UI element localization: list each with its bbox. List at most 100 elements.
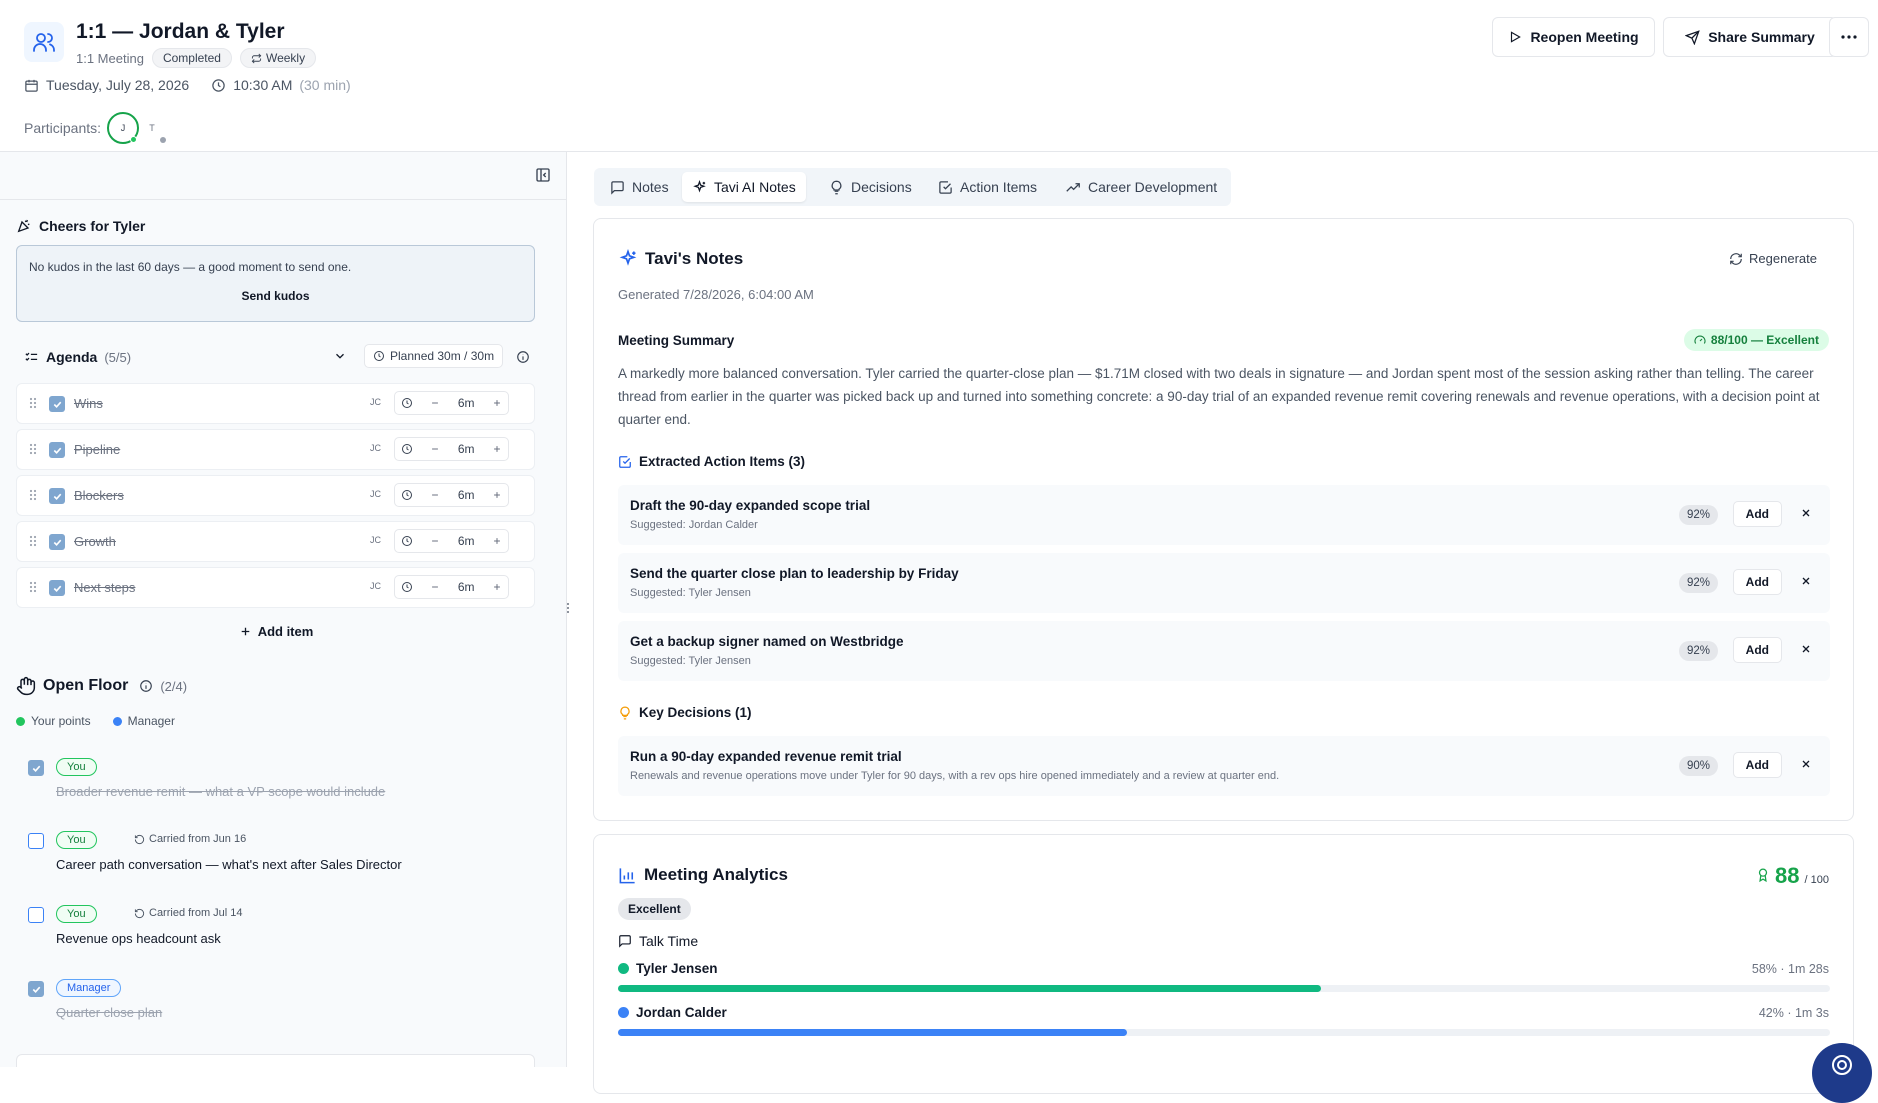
owner-tag: You xyxy=(56,831,97,849)
carried-from-label: Carried from Jun 16 xyxy=(134,833,246,845)
dismiss-icon[interactable] xyxy=(1800,575,1812,587)
drag-handle-icon[interactable] xyxy=(29,443,37,455)
agenda-item[interactable]: Blockers JC 6m xyxy=(16,475,535,516)
meeting-date: Tuesday, July 28, 2026 xyxy=(46,77,190,93)
agenda-item[interactable]: Pipeline JC 6m xyxy=(16,429,535,470)
clock-icon xyxy=(402,582,412,592)
tab-career-development[interactable]: Career Development xyxy=(1055,172,1227,202)
action-item-title: Draft the 90-day expanded scope trial xyxy=(630,498,871,513)
recurrence-badge: Weekly xyxy=(239,48,317,68)
agenda-checkbox[interactable] xyxy=(49,580,65,596)
send-kudos-button[interactable]: Send kudos xyxy=(17,289,534,303)
kudos-message: No kudos in the last 60 days — a good mo… xyxy=(29,260,352,274)
meeting-analytics-card: Meeting Analytics 88 / 100 Excellent Tal… xyxy=(593,834,1854,1094)
time-stepper[interactable]: 6m xyxy=(394,391,509,415)
tab-bar: Notes Tavi AI Notes Decisions Action Ite… xyxy=(594,168,1231,206)
trending-up-icon xyxy=(1066,182,1080,192)
key-decisions-heading: Key Decisions (1) xyxy=(618,705,752,720)
agenda-checkbox[interactable] xyxy=(49,488,65,504)
clock-icon xyxy=(402,398,412,408)
share-summary-button[interactable]: Share Summary xyxy=(1663,17,1837,57)
time-stepper[interactable]: 6m xyxy=(394,529,509,553)
dismiss-icon[interactable] xyxy=(1800,758,1812,770)
agenda-checkbox[interactable] xyxy=(49,534,65,550)
collapse-panel-icon[interactable] xyxy=(535,167,551,183)
avatar[interactable]: J xyxy=(107,112,140,144)
participants-label: Participants: xyxy=(24,120,102,136)
add-decision-button[interactable]: Add xyxy=(1732,752,1782,778)
add-agenda-item-button[interactable]: Add item xyxy=(0,624,552,639)
repeat-icon xyxy=(251,53,262,63)
agenda-item[interactable]: Next steps JC 6m xyxy=(16,567,535,608)
plus-icon xyxy=(241,627,249,636)
add-action-item-button[interactable]: Add xyxy=(1732,501,1782,527)
action-item-title: Send the quarter close plan to leadershi… xyxy=(630,566,959,581)
plus-icon xyxy=(494,492,500,498)
lightbulb-icon xyxy=(831,180,842,194)
generated-timestamp: Generated 7/28/2026, 6:04:00 AM xyxy=(618,287,814,302)
open-floor-checkbox[interactable] xyxy=(28,907,44,923)
agenda-item-label: Growth xyxy=(74,534,116,549)
drag-handle-icon[interactable] xyxy=(29,397,37,409)
tab-notes[interactable]: Notes xyxy=(600,172,679,202)
confidence-badge: 92% xyxy=(1678,573,1718,593)
analytics-score: 88 / 100 xyxy=(1756,863,1829,889)
assignee-initials: JC xyxy=(370,535,381,545)
reopen-meeting-button[interactable]: Reopen Meeting xyxy=(1492,17,1655,57)
agenda-checkbox[interactable] xyxy=(49,442,65,458)
open-floor-heading: Open Floor (2/4) xyxy=(16,676,187,696)
list-checks-icon xyxy=(25,352,38,361)
open-floor-checkbox[interactable] xyxy=(28,833,44,849)
agenda-item[interactable]: Wins JC 6m xyxy=(16,383,535,424)
tab-decisions[interactable]: Decisions xyxy=(819,172,922,202)
assignee-initials: JC xyxy=(370,489,381,499)
agenda-item-time: 6m xyxy=(457,580,475,594)
tab-tavi-ai-notes[interactable]: Tavi AI Notes xyxy=(682,172,806,202)
open-floor-checkbox[interactable] xyxy=(28,760,44,776)
refresh-icon xyxy=(1730,252,1742,265)
owner-tag: You xyxy=(56,758,97,776)
regenerate-button[interactable]: Regenerate xyxy=(1729,251,1817,266)
drag-handle-icon[interactable] xyxy=(29,535,37,547)
open-floor-checkbox[interactable] xyxy=(28,981,44,997)
agenda-count: (5/5) xyxy=(104,349,132,365)
drag-handle-icon[interactable] xyxy=(29,581,37,593)
history-icon xyxy=(134,834,145,844)
agenda-item-label: Blockers xyxy=(74,488,124,503)
action-item-suggested: Suggested: Tyler Jensen xyxy=(630,655,751,667)
add-action-item-button[interactable]: Add xyxy=(1732,569,1782,595)
meeting-duration: (30 min) xyxy=(299,77,351,93)
agenda-item[interactable]: Growth JC 6m xyxy=(16,521,535,562)
cheers-heading: Cheers for Tyler xyxy=(16,218,145,234)
open-floor-text: Quarter close plan xyxy=(56,1005,163,1020)
drag-handle-icon[interactable] xyxy=(29,489,37,501)
agenda-checkbox[interactable] xyxy=(49,396,65,412)
status-badge: Completed xyxy=(151,48,232,68)
chevron-down-icon[interactable] xyxy=(333,349,347,363)
talk-time-bar-fill xyxy=(618,1029,1128,1036)
calendar-icon xyxy=(25,79,38,92)
tab-action-items[interactable]: Action Items xyxy=(928,172,1047,202)
talk-time-bar-fill xyxy=(618,985,1321,992)
open-floor-text: Revenue ops headcount ask xyxy=(56,931,221,946)
page-title: 1:1 — Jordan & Tyler xyxy=(76,20,285,43)
time-stepper[interactable]: 6m xyxy=(394,483,509,507)
resize-handle[interactable] xyxy=(564,600,571,616)
more-options-button[interactable] xyxy=(1829,17,1869,57)
help-chat-button[interactable] xyxy=(1812,1043,1872,1103)
meeting-time: 10:30 AM xyxy=(233,77,293,93)
info-icon[interactable] xyxy=(516,350,530,364)
dismiss-icon[interactable] xyxy=(1800,507,1812,519)
talk-time-bar xyxy=(618,1029,1830,1036)
add-action-item-button[interactable]: Add xyxy=(1732,637,1782,663)
hand-icon xyxy=(16,676,36,696)
sparkles-icon xyxy=(693,179,706,193)
dismiss-icon[interactable] xyxy=(1800,643,1812,655)
time-stepper[interactable]: 6m xyxy=(394,575,509,599)
time-stepper[interactable]: 6m xyxy=(394,437,509,461)
talk-time-heading: Talk Time xyxy=(618,933,698,949)
avatar[interactable]: T xyxy=(141,117,167,143)
gauge-icon xyxy=(1694,335,1706,344)
message-square-icon xyxy=(611,180,624,195)
confidence-badge: 92% xyxy=(1678,505,1718,525)
